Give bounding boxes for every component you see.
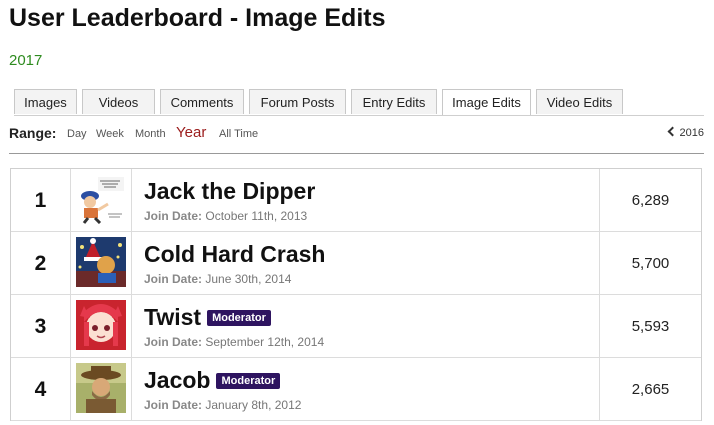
tab-video-edits[interactable]: Video Edits [536, 89, 623, 114]
edit-count: 2,665 [631, 381, 670, 398]
chevron-left-icon [667, 126, 677, 137]
moderator-badge: Moderator [207, 310, 271, 326]
rank: 2 [11, 232, 71, 294]
join-date-label: Join Date: [144, 272, 203, 286]
tab-image-edits[interactable]: Image Edits [442, 89, 531, 115]
tab-entry-edits[interactable]: Entry Edits [351, 89, 437, 114]
range-label: Range: [9, 125, 57, 141]
edit-count: 5,593 [631, 318, 670, 335]
rank: 3 [11, 295, 71, 357]
period-label: 2017 [9, 52, 43, 69]
avatar[interactable] [76, 363, 126, 413]
rank: 4 [11, 358, 71, 420]
table-row: 4 Jacob Moderator Join Date: January 8th,… [11, 358, 701, 421]
tab-comments[interactable]: Comments [160, 89, 244, 114]
edit-count: 6,289 [631, 192, 670, 209]
username-link[interactable]: Twist [144, 304, 201, 330]
leaderboard-table: 1 Jack the Dipper Join Date: October 11t… [10, 168, 702, 421]
range-month[interactable]: Month [135, 128, 166, 140]
moderator-badge: Moderator [216, 373, 281, 389]
join-date: September 12th, 2014 [205, 335, 325, 349]
table-row: 1 Jack the Dipper Join Date: October 11t… [11, 169, 701, 232]
previous-year-link[interactable]: 2016 [667, 126, 704, 139]
range-day[interactable]: Day [67, 128, 87, 140]
range-all-time[interactable]: All Time [219, 128, 258, 140]
avatar[interactable] [76, 237, 126, 287]
range-year[interactable]: Year [176, 124, 206, 141]
username-link[interactable]: Jacob [144, 367, 210, 393]
tab-images[interactable]: Images [14, 89, 77, 114]
join-date: June 30th, 2014 [205, 272, 292, 286]
edit-count: 5,700 [631, 255, 670, 272]
rank: 1 [11, 169, 71, 231]
page-title: User Leaderboard - Image Edits [9, 4, 386, 32]
username-link[interactable]: Jack the Dipper [144, 178, 315, 204]
previous-year-label: 2016 [679, 127, 704, 139]
join-date-label: Join Date: [144, 335, 203, 349]
tab-forum-posts[interactable]: Forum Posts [249, 89, 346, 114]
table-row: 2 Cold Hard Crash Join Date: June 30th, … [11, 232, 701, 295]
join-date-label: Join Date: [144, 209, 203, 223]
username-link[interactable]: Cold Hard Crash [144, 241, 325, 267]
table-row: 3 Twist Moderator Join Date: September 1… [11, 295, 701, 358]
join-date: October 11th, 2013 [205, 209, 308, 223]
avatar[interactable] [76, 300, 126, 350]
tab-videos[interactable]: Videos [82, 89, 155, 114]
avatar[interactable] [76, 174, 126, 224]
range-week[interactable]: Week [96, 128, 124, 140]
leaderboard-tabs: Images Videos Comments Forum Posts Entry… [14, 89, 704, 116]
join-date: January 8th, 2012 [205, 398, 302, 412]
range-bar: Range: Day Week Month Year All Time 2016 [9, 123, 704, 154]
join-date-label: Join Date: [144, 398, 203, 412]
